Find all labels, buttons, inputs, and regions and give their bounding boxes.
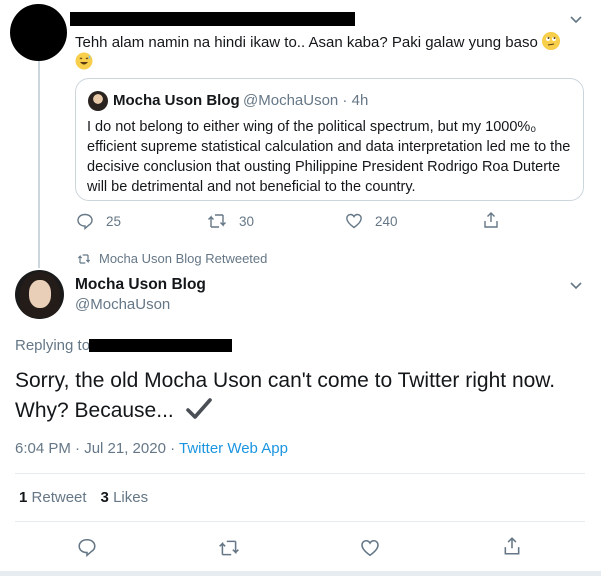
retweeted-by-label: Mocha Uson Blog Retweeted (77, 251, 267, 266)
main-share-button[interactable] (502, 536, 522, 556)
divider-top (15, 473, 585, 474)
main-like-button[interactable] (360, 538, 380, 558)
redacted-avatar[interactable] (10, 4, 67, 61)
heavy-check-mark-icon (185, 397, 212, 430)
retweet-button[interactable]: 30 (207, 212, 254, 230)
tweet-timestamp[interactable]: 6:04 PM · Jul 21, 2020 · (15, 440, 179, 457)
grinning-face-with-sweat-emoji-icon (75, 52, 93, 70)
likes-stat-count: 3 (100, 489, 109, 506)
main-reply-button[interactable] (77, 537, 97, 557)
retweets-stat-count: 1 (19, 489, 28, 506)
redacted-username-bar (70, 12, 355, 26)
main-reply-icon (78, 538, 96, 557)
main-heart-icon (361, 539, 379, 557)
likes-stat-label: Likes (113, 489, 149, 506)
likes-stat[interactable]: 3 Likes (101, 489, 149, 506)
quoted-tweet-body: I do not belong to either wing of the po… (87, 119, 571, 195)
retweeted-by-text: Mocha Uson Blog Retweeted (99, 251, 268, 266)
divider-bottom (15, 521, 585, 522)
redacted-reply-target-bar (89, 339, 232, 352)
main-retweet-button[interactable] (218, 538, 240, 558)
retweets-stat[interactable]: 1 Retweet (19, 489, 87, 506)
quoted-tweet-handle-time: @MochaUson · 4h (243, 92, 369, 109)
bottom-edge-bar (0, 571, 601, 576)
main-retweet-icon (219, 540, 239, 556)
share-button[interactable] (482, 211, 500, 229)
reply-button[interactable]: 25 (76, 212, 121, 230)
retweet-icon (208, 214, 226, 228)
reply-count: 25 (106, 213, 122, 229)
quoted-tweet-name: Mocha Uson Blog (113, 92, 240, 109)
retweets-stat-label: Retweet (31, 489, 87, 506)
top-tweet-more-chevron-icon[interactable] (569, 14, 583, 24)
main-tweet-handle[interactable]: @MochaUson (75, 296, 170, 313)
top-tweet-text-content: Tehh alam namin na hindi ikaw to.. Asan … (75, 34, 538, 51)
main-tweet-text-content: Sorry, the old Mocha Uson can't come to … (15, 369, 556, 422)
retweet-small-icon (77, 253, 91, 264)
face-with-rolling-eyes-emoji-icon (541, 32, 560, 50)
like-button[interactable]: 240 (345, 212, 398, 230)
like-count: 240 (375, 213, 398, 229)
quoted-tweet-card[interactable]: Mocha Uson Blog @MochaUson · 4h I do not… (75, 78, 584, 201)
top-tweet-text: Tehh alam namin na hindi ikaw to.. Asan … (75, 32, 575, 72)
main-share-icon (504, 537, 520, 555)
share-icon (484, 212, 498, 228)
main-tweet-text: Sorry, the old Mocha Uson can't come to … (15, 366, 575, 430)
thread-connector-line (38, 50, 40, 268)
tweet-timestamp-row: 6:04 PM · Jul 21, 2020 · Twitter Web App (15, 440, 288, 457)
main-tweet-more-chevron-icon[interactable] (569, 280, 583, 290)
reply-icon (77, 213, 93, 230)
replying-to-label: Replying to (15, 337, 91, 354)
avatar-face (29, 280, 51, 308)
heart-icon (346, 213, 362, 229)
main-tweet-avatar[interactable] (15, 270, 64, 319)
main-tweet-name[interactable]: Mocha Uson Blog (75, 276, 206, 294)
quoted-tweet-avatar (88, 91, 108, 111)
retweet-count: 30 (239, 213, 255, 229)
tweet-source-app[interactable]: Twitter Web App (179, 440, 288, 457)
tweet-stats-row: 1 Retweet 3 Likes (19, 489, 162, 506)
